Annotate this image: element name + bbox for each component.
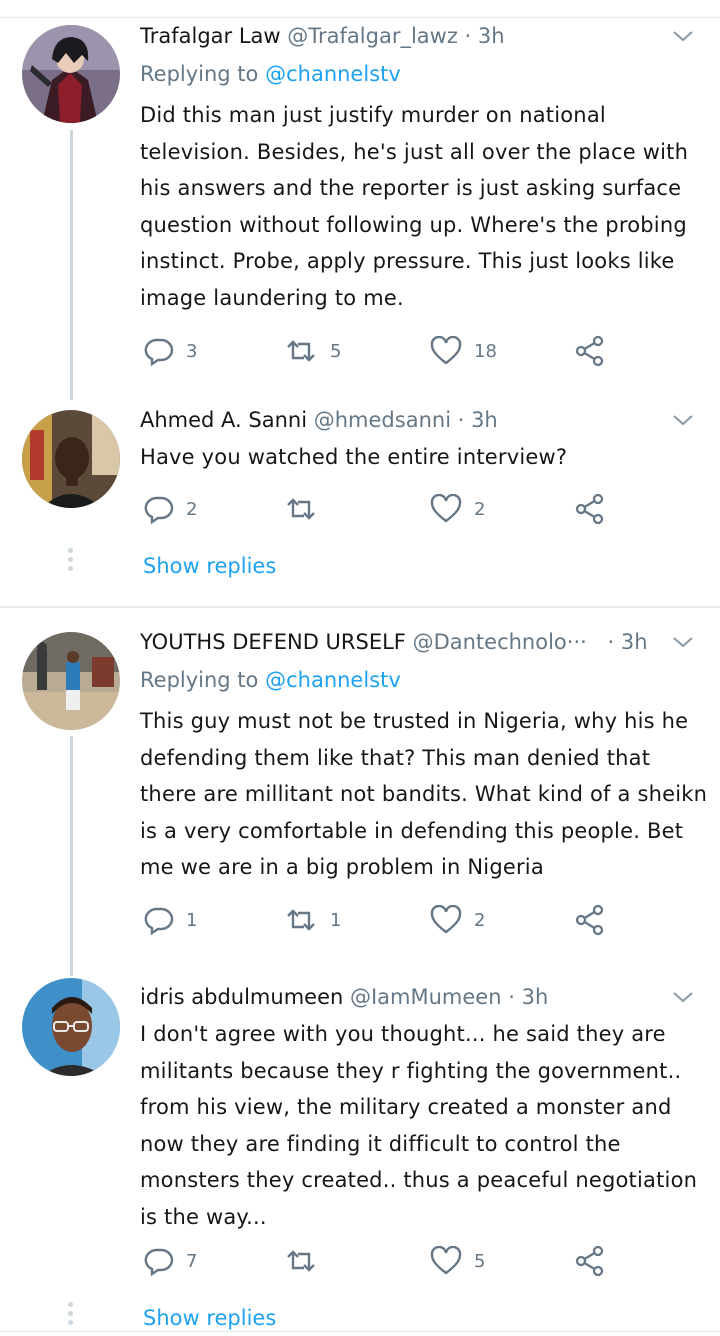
share-icon <box>575 335 604 367</box>
like-button[interactable]: 2 <box>430 492 485 526</box>
retweet-button[interactable] <box>284 492 330 526</box>
retweet-icon <box>287 498 315 520</box>
replying-handle[interactable]: @channelstv <box>265 668 401 692</box>
tweet-text: This guy must not be trusted in Nigeria,… <box>140 709 708 880</box>
retweet-icon <box>287 909 315 931</box>
like-count: 5 <box>474 1250 486 1272</box>
reply-button[interactable]: 7 <box>144 1244 197 1278</box>
retweet-icon <box>287 340 315 362</box>
avatar[interactable] <box>22 410 120 508</box>
thread-rail <box>70 736 73 976</box>
reply-button[interactable]: 3 <box>144 334 197 368</box>
avatar[interactable] <box>22 978 120 1076</box>
like-button[interactable]: 5 <box>430 1244 485 1278</box>
tweet-header: idris abdulmumeen @IamMumeen · 3h <box>140 982 548 1012</box>
share-button[interactable] <box>574 1244 606 1278</box>
tweet-actions: 1 1 2 <box>140 903 610 937</box>
show-replies-link[interactable]: Show replies <box>143 1303 276 1333</box>
bottom-divider <box>0 1331 720 1332</box>
like-button[interactable]: 2 <box>430 903 485 937</box>
retweet-icon <box>287 1250 315 1272</box>
replying-label: Replying to <box>140 668 259 692</box>
retweet-count: 5 <box>330 340 342 362</box>
retweet-count: 1 <box>330 909 342 931</box>
reply-count: 1 <box>186 909 198 931</box>
replying-label: Replying to <box>140 62 259 86</box>
tweet-text: I don't agree with you thought... he sai… <box>140 1022 698 1229</box>
like-count: 18 <box>474 340 497 362</box>
show-replies-link[interactable]: Show replies <box>143 551 276 581</box>
reply-count: 2 <box>186 498 198 520</box>
like-icon <box>430 494 462 523</box>
author-name[interactable]: idris abdulmumeen <box>140 985 343 1009</box>
timestamp[interactable]: · 3h <box>508 985 548 1009</box>
reply-icon <box>144 907 174 935</box>
thread-rail <box>70 130 73 400</box>
share-button[interactable] <box>574 903 606 937</box>
tweet-actions: 2 2 <box>140 492 610 526</box>
reply-icon <box>144 496 174 524</box>
chevron-down-icon[interactable] <box>672 631 694 653</box>
tweet-header: Trafalgar Law @Trafalgar_lawz · 3h <box>140 21 505 51</box>
thread-divider <box>0 606 720 608</box>
chevron-down-icon[interactable] <box>672 986 694 1008</box>
share-button[interactable] <box>574 334 606 368</box>
author-handle[interactable]: @IamMumeen <box>350 985 502 1009</box>
avatar[interactable] <box>22 632 120 730</box>
reply-button[interactable]: 2 <box>144 492 197 526</box>
tweet-header: YOUTHS DEFEND URSELF @Dantechnolo··· · 3… <box>140 627 648 657</box>
tweet-actions: 3 5 18 <box>140 334 610 368</box>
like-count: 2 <box>474 909 486 931</box>
retweet-button[interactable]: 5 <box>284 334 341 368</box>
author-handle[interactable]: @Dantechnolo··· <box>413 630 587 654</box>
replying-to: Replying to @channelstv <box>140 665 401 695</box>
retweet-button[interactable]: 1 <box>284 903 341 937</box>
tweet-text: Have you watched the entire interview? <box>140 445 568 469</box>
avatar[interactable] <box>22 25 120 123</box>
reply-count: 7 <box>186 1250 198 1272</box>
timestamp[interactable]: · 3h <box>465 24 505 48</box>
author-handle[interactable]: @hmedsanni <box>314 408 451 432</box>
share-button[interactable] <box>574 492 606 526</box>
tweet-actions: 7 5 <box>140 1244 610 1278</box>
author-handle[interactable]: @Trafalgar_lawz <box>287 24 458 48</box>
replying-handle[interactable]: @channelstv <box>265 62 401 86</box>
reply-count: 3 <box>186 340 198 362</box>
like-button[interactable]: 18 <box>430 334 497 368</box>
author-name[interactable]: Ahmed A. Sanni <box>140 408 307 432</box>
top-divider <box>0 17 720 18</box>
timestamp[interactable]: · 3h <box>458 408 498 432</box>
like-icon <box>430 905 462 934</box>
chevron-down-icon[interactable] <box>672 25 694 47</box>
reply-icon <box>144 1248 174 1276</box>
like-icon <box>430 1246 462 1275</box>
more-replies-dots <box>68 548 74 575</box>
timestamp[interactable]: · 3h <box>608 630 648 654</box>
reply-icon <box>144 338 174 366</box>
like-count: 2 <box>474 498 486 520</box>
author-name[interactable]: Trafalgar Law <box>140 24 281 48</box>
share-icon <box>575 904 604 936</box>
share-icon <box>575 493 604 525</box>
share-icon <box>575 1245 604 1277</box>
retweet-button[interactable] <box>284 1244 330 1278</box>
chevron-down-icon[interactable] <box>672 409 694 431</box>
tweet-header: Ahmed A. Sanni @hmedsanni · 3h <box>140 405 498 435</box>
tweet-text: Did this man just justify murder on nati… <box>140 103 689 310</box>
replying-to: Replying to @channelstv <box>140 59 401 89</box>
like-icon <box>430 336 462 365</box>
reply-button[interactable]: 1 <box>144 903 197 937</box>
more-replies-dots <box>68 1302 74 1329</box>
author-name[interactable]: YOUTHS DEFEND URSELF <box>140 630 406 654</box>
